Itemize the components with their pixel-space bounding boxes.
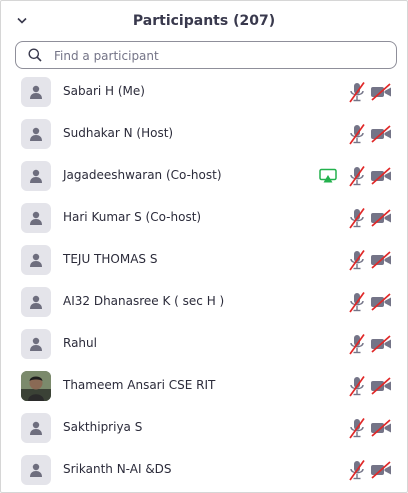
- mic-muted-icon[interactable]: [347, 165, 367, 191]
- participant-name: Jagadeeshwaran (Co-host): [63, 168, 222, 182]
- participant-row[interactable]: AI32 Dhanasree K ( sec H ): [1, 281, 407, 323]
- search-input[interactable]: [52, 45, 386, 67]
- video-off-icon[interactable]: [370, 167, 392, 189]
- participant-row[interactable]: TEJU THOMAS S: [1, 239, 407, 281]
- default-avatar-icon: [21, 119, 51, 149]
- participant-row[interactable]: Hari Kumar S (Co-host): [1, 197, 407, 239]
- participant-name: AI32 Dhanasree K ( sec H ): [63, 294, 225, 308]
- participant-row[interactable]: Sabari H (Me): [1, 71, 407, 113]
- video-off-icon[interactable]: [370, 377, 392, 399]
- participant-row[interactable]: Thameem Ansari CSE RIT: [1, 365, 407, 407]
- participant-name: Rahul: [63, 336, 97, 350]
- participant-row[interactable]: Sudhakar N (Host): [1, 113, 407, 155]
- default-avatar-icon: [21, 203, 51, 233]
- participant-name: Sudhakar N (Host): [63, 126, 174, 140]
- participant-name: Hari Kumar S (Co-host): [63, 210, 202, 224]
- panel-header: Participants (207): [1, 1, 407, 41]
- mic-muted-icon[interactable]: [347, 417, 367, 443]
- default-avatar-icon: [21, 455, 51, 485]
- default-avatar-icon: [21, 287, 51, 317]
- participant-row[interactable]: Srikanth N-AI &DS: [1, 449, 407, 491]
- avatar: [21, 371, 51, 401]
- mic-muted-icon[interactable]: [347, 375, 367, 401]
- default-avatar-icon: [21, 413, 51, 443]
- video-off-icon[interactable]: [370, 125, 392, 147]
- mic-muted-icon[interactable]: [347, 291, 367, 317]
- mic-muted-icon[interactable]: [347, 123, 367, 149]
- search-box[interactable]: [15, 41, 397, 69]
- mic-muted-icon[interactable]: [347, 333, 367, 359]
- search-icon: [28, 48, 42, 62]
- participant-row[interactable]: Jagadeeshwaran (Co-host): [1, 155, 407, 197]
- participant-row[interactable]: Sakthipriya S: [1, 407, 407, 449]
- video-off-icon[interactable]: [370, 83, 392, 105]
- video-off-icon[interactable]: [370, 335, 392, 357]
- participant-row[interactable]: Rahul: [1, 323, 407, 365]
- mic-muted-icon[interactable]: [347, 459, 367, 485]
- video-off-icon[interactable]: [370, 251, 392, 273]
- participants-panel: Participants (207) Sabari H (Me) Sudhakar…: [0, 0, 408, 493]
- mic-muted-icon[interactable]: [347, 249, 367, 275]
- video-off-icon[interactable]: [370, 461, 392, 483]
- screen-share-icon: [319, 168, 337, 188]
- mic-muted-icon[interactable]: [347, 81, 367, 107]
- page-title: Participants (207): [132, 13, 276, 29]
- mic-muted-icon[interactable]: [347, 207, 367, 233]
- video-off-icon[interactable]: [370, 419, 392, 441]
- default-avatar-icon: [21, 245, 51, 275]
- participant-name: Srikanth N-AI &DS: [63, 462, 172, 476]
- participant-name: Sakthipriya S: [63, 420, 143, 434]
- participant-name: Sabari H (Me): [63, 84, 145, 98]
- participant-name: TEJU THOMAS S: [63, 252, 158, 266]
- video-off-icon[interactable]: [370, 293, 392, 315]
- default-avatar-icon: [21, 77, 51, 107]
- video-off-icon[interactable]: [370, 209, 392, 231]
- participant-list: Sabari H (Me) Sudhakar N (Host) Jagadeeshw…: [1, 71, 407, 491]
- default-avatar-icon: [21, 161, 51, 191]
- default-avatar-icon: [21, 329, 51, 359]
- participant-name: Thameem Ansari CSE RIT: [63, 378, 216, 392]
